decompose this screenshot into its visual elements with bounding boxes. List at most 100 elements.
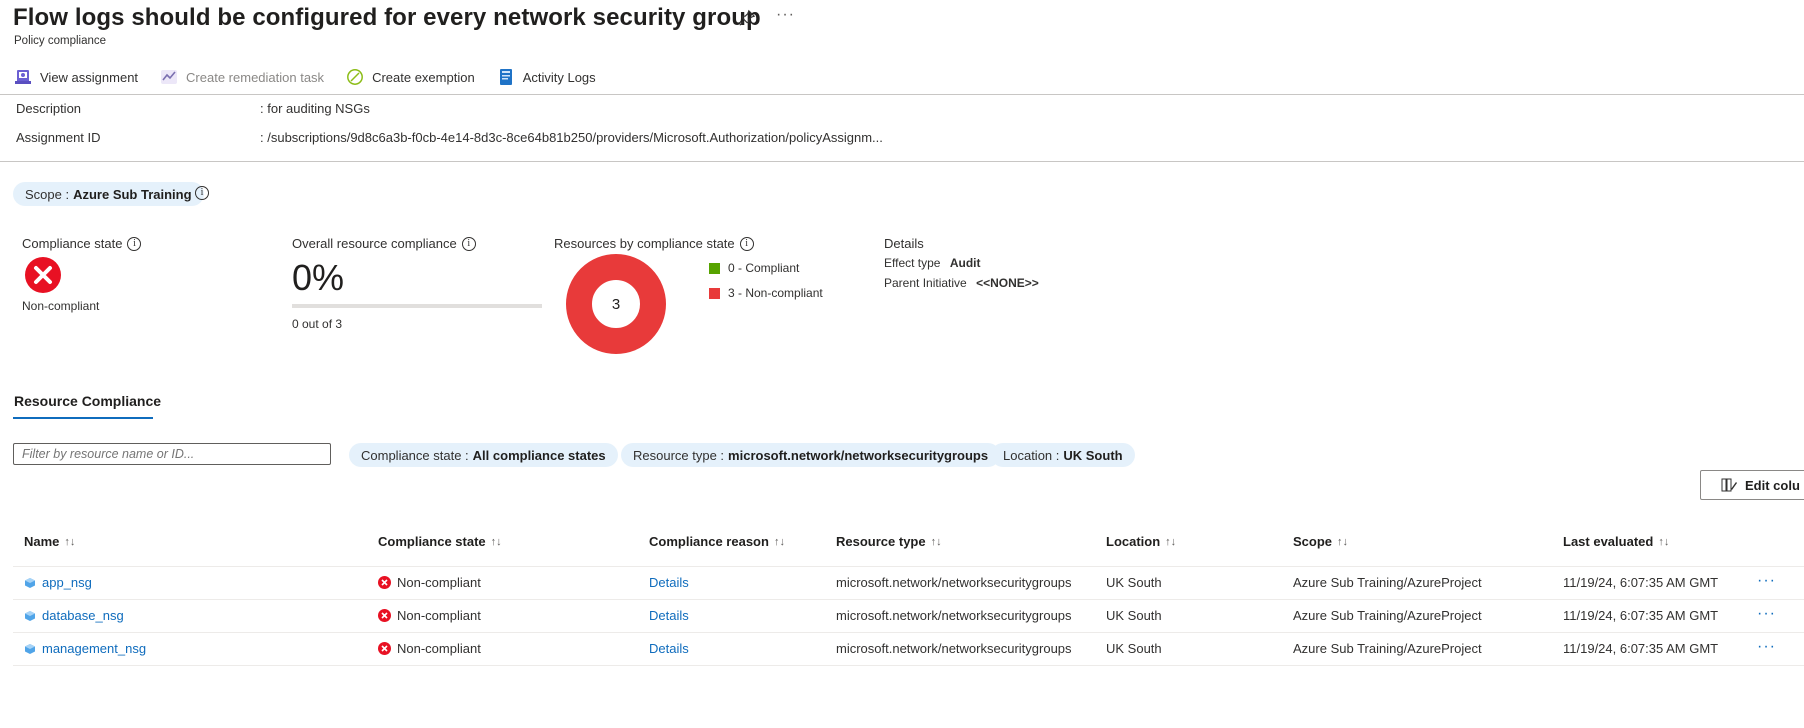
location-cell: UK South (1106, 608, 1162, 623)
scope-pill[interactable]: Scope : Azure Sub Training (13, 182, 204, 206)
legend-noncompliant-text: 3 - Non-compliant (728, 286, 823, 300)
row-more-icon[interactable]: ··· (1757, 605, 1776, 623)
parent-initiative: Parent Initiative <<NONE>> (884, 276, 1039, 290)
edit-columns-button[interactable]: Edit colu (1700, 470, 1804, 500)
error-icon (378, 576, 391, 589)
assignment-id-value: : /subscriptions/9d8c6a3b-f0cb-4e14-8d3c… (260, 130, 883, 145)
resource-type-cell: microsoft.network/networksecuritygroups (836, 608, 1072, 623)
resource-type-cell: microsoft.network/networksecuritygroups (836, 641, 1072, 656)
sort-icon: ↑↓ (490, 535, 502, 548)
filter-type-label: Resource type : (633, 447, 725, 463)
column-header-location[interactable]: Location ↑↓ (1106, 534, 1176, 549)
sort-icon: ↑↓ (1337, 535, 1349, 548)
create-exemption-button[interactable]: Create exemption (346, 68, 475, 86)
create-remediation-label: Create remediation task (186, 69, 325, 85)
create-exemption-label: Create exemption (372, 69, 475, 85)
column-header-compliance-reason[interactable]: Compliance reason ↑↓ (649, 534, 785, 549)
resource-name-link[interactable]: database_nsg (42, 608, 124, 623)
filter-compliance-label: Compliance state : (361, 447, 469, 463)
error-icon (378, 609, 391, 622)
location-cell: UK South (1106, 575, 1162, 590)
remediation-icon (161, 70, 178, 84)
effect-type-label: Effect type (884, 256, 941, 270)
resource-name-cell[interactable]: database_nsg (24, 608, 124, 623)
scope-cell: Azure Sub Training/AzureProject (1293, 641, 1482, 656)
details-link[interactable]: Details (649, 641, 689, 656)
header-name-text: Name (24, 534, 60, 549)
filter-location-value: UK South (1063, 447, 1123, 463)
legend-compliant-text: 0 - Compliant (728, 261, 800, 275)
scope-label: Scope : (25, 186, 70, 202)
parent-initiative-value: <<NONE>> (976, 276, 1039, 290)
compliance-state-cell: Non-compliant (378, 608, 481, 623)
divider (0, 94, 1804, 95)
filter-pill-location[interactable]: Location : UK South (991, 443, 1135, 467)
column-header-compliance-state[interactable]: Compliance state ↑↓ (378, 534, 502, 549)
filter-pill-compliance-state[interactable]: Compliance state : All compliance states (349, 443, 618, 467)
compliance-state-label: Compliance state i (22, 236, 142, 251)
location-cell: UK South (1106, 641, 1162, 656)
filter-pill-resource-type[interactable]: Resource type : microsoft.network/networ… (621, 443, 1001, 467)
details-link[interactable]: Details (649, 575, 689, 590)
donut-total: 3 (612, 296, 620, 313)
row-more-icon[interactable]: ··· (1757, 638, 1776, 656)
legend-swatch-compliant (709, 262, 720, 274)
activity-log-icon (499, 69, 512, 85)
info-icon[interactable]: i (461, 236, 476, 251)
legend-noncompliant: 3 - Non-compliant (709, 286, 823, 300)
overall-compliance-percent: 0% (292, 257, 345, 298)
info-icon[interactable]: i (127, 236, 142, 251)
table-bottom-border (13, 665, 1804, 666)
row-more-icon[interactable]: ··· (1757, 572, 1776, 590)
sort-icon: ↑↓ (1658, 535, 1670, 548)
column-header-name[interactable]: Name ↑↓ (24, 534, 75, 549)
pin-icon[interactable] (738, 9, 758, 29)
filter-type-value: microsoft.network/networksecuritygroups (728, 447, 989, 463)
overall-compliance-sub: 0 out of 3 (292, 317, 343, 331)
compliance-state-cell: Non-compliant (378, 641, 481, 656)
filter-input[interactable] (13, 443, 331, 465)
sort-icon: ↑↓ (773, 535, 785, 548)
tab-active-underline (13, 417, 153, 419)
more-options-icon[interactable]: ··· (776, 6, 795, 24)
resource-name-link[interactable]: app_nsg (42, 575, 92, 590)
details-link[interactable]: Details (649, 608, 689, 623)
view-assignment-button[interactable]: View assignment (14, 68, 138, 86)
last-evaluated-cell: 11/19/24, 6:07:35 AM GMT (1563, 641, 1719, 656)
view-assignment-label: View assignment (40, 69, 139, 85)
assignment-icon (15, 70, 31, 84)
assignment-id-label: Assignment ID (16, 130, 101, 145)
resource-name-cell[interactable]: app_nsg (24, 575, 92, 590)
last-evaluated-cell: 11/19/24, 6:07:35 AM GMT (1563, 575, 1719, 590)
info-icon[interactable]: i (195, 186, 209, 200)
compliance-state-label-text: Compliance state (22, 236, 123, 251)
parent-initiative-label: Parent Initiative (884, 276, 967, 290)
header-type-text: Resource type (836, 534, 926, 549)
column-header-resource-type[interactable]: Resource type ↑↓ (836, 534, 942, 549)
create-remediation-button[interactable]: Create remediation task (160, 68, 324, 86)
resource-name-cell[interactable]: management_nsg (24, 641, 146, 656)
column-header-scope[interactable]: Scope ↑↓ (1293, 534, 1348, 549)
page-subtitle: Policy compliance (14, 35, 107, 47)
column-header-last-evaluated[interactable]: Last evaluated ↑↓ (1563, 534, 1669, 549)
description-value: : for auditing NSGs (260, 101, 370, 116)
header-evaluated-text: Last evaluated (1563, 534, 1654, 549)
scope-value: Azure Sub Training (73, 186, 192, 202)
activity-logs-button[interactable]: Activity Logs (497, 68, 596, 86)
edit-columns-label: Edit colu (1745, 477, 1800, 493)
description-label: Description (16, 101, 82, 116)
resources-by-state-label-text: Resources by compliance state (554, 236, 735, 251)
header-state-text: Compliance state (378, 534, 486, 549)
resource-name-link[interactable]: management_nsg (42, 641, 146, 656)
command-bar: View assignment Create remediation task … (14, 66, 618, 88)
sort-icon: ↑↓ (930, 535, 942, 548)
sort-icon: ↑↓ (1165, 535, 1177, 548)
info-icon[interactable]: i (739, 236, 754, 251)
tab-resource-compliance[interactable]: Resource Compliance (14, 393, 161, 409)
nsg-icon (25, 643, 35, 654)
effect-type: Effect type Audit (884, 256, 980, 270)
sort-icon: ↑↓ (64, 535, 76, 548)
compliance-state-text: Non-compliant (397, 575, 481, 590)
resources-by-state-label: Resources by compliance state i (554, 236, 754, 251)
header-reason-text: Compliance reason (649, 534, 769, 549)
